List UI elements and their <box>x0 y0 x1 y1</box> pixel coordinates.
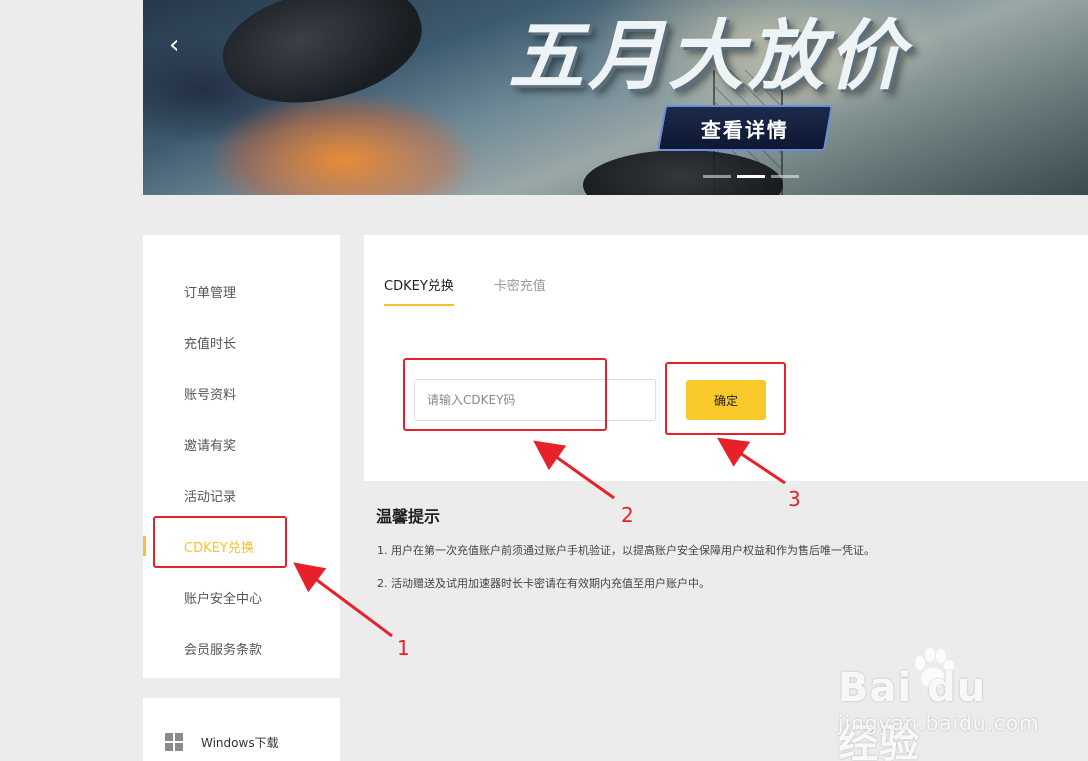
annotation-number-1: 1 <box>397 636 410 660</box>
tip-line-2: 2. 活动赠送及试用加速器时长卡密请在有效期内充值至用户账户中。 <box>377 577 710 590</box>
banner-headline: 五月大放价 <box>508 11 908 100</box>
annotation-box-1 <box>153 516 287 568</box>
chevron-left-icon[interactable]: ‹ <box>169 32 187 58</box>
promo-banner[interactable]: 五月大放价 查看详情 ‹ <box>143 0 1088 195</box>
tips-title: 温馨提示 <box>376 507 441 526</box>
sidebar-item-invite[interactable]: 邀请有奖 <box>143 424 340 464</box>
windows-download-label: Windows下载 <box>201 735 279 750</box>
tip-line-1: 1. 用户在第一次充值账户前须通过账户手机验证，以提高账户安全保障用户权益和作为… <box>377 544 875 557</box>
carousel-dot[interactable] <box>703 175 731 178</box>
carousel-dot-active[interactable] <box>737 175 765 178</box>
account-sidebar: 订单管理 充值时长 账号资料 邀请有奖 活动记录 CDKEY兑换 账户安全中心 … <box>143 235 340 678</box>
annotation-number-3: 3 <box>788 487 801 511</box>
carousel-dot[interactable] <box>771 175 799 178</box>
baidu-jingyan-watermark: Bai du 经验 jingyan.baidu.com <box>838 645 1040 761</box>
sidebar-item-recharge[interactable]: 充值时长 <box>143 322 340 362</box>
sidebar-item-security[interactable]: 账户安全中心 <box>143 577 340 617</box>
view-details-button[interactable]: 查看详情 <box>656 105 834 151</box>
windows-download-link[interactable]: Windows下载 <box>165 733 279 751</box>
windows-icon <box>165 733 183 751</box>
sidebar-item-orders[interactable]: 订单管理 <box>143 271 340 311</box>
annotation-box-2 <box>403 358 607 431</box>
sidebar-item-terms[interactable]: 会员服务条款 <box>143 628 340 668</box>
carousel-indicators <box>703 175 799 178</box>
download-panel: Windows下载 <box>143 698 340 761</box>
annotation-number-2: 2 <box>621 503 634 527</box>
tab-card-recharge[interactable]: 卡密充值 <box>494 275 546 306</box>
annotation-box-3 <box>665 362 786 435</box>
watermark-url: jingyan.baidu.com <box>838 711 1040 735</box>
panel-tabs: CDKEY兑换 卡密充值 <box>384 275 546 306</box>
sidebar-item-activity[interactable]: 活动记录 <box>143 475 340 515</box>
sidebar-item-profile[interactable]: 账号资料 <box>143 373 340 413</box>
tab-cdkey[interactable]: CDKEY兑换 <box>384 275 454 306</box>
view-details-label: 查看详情 <box>701 117 789 142</box>
